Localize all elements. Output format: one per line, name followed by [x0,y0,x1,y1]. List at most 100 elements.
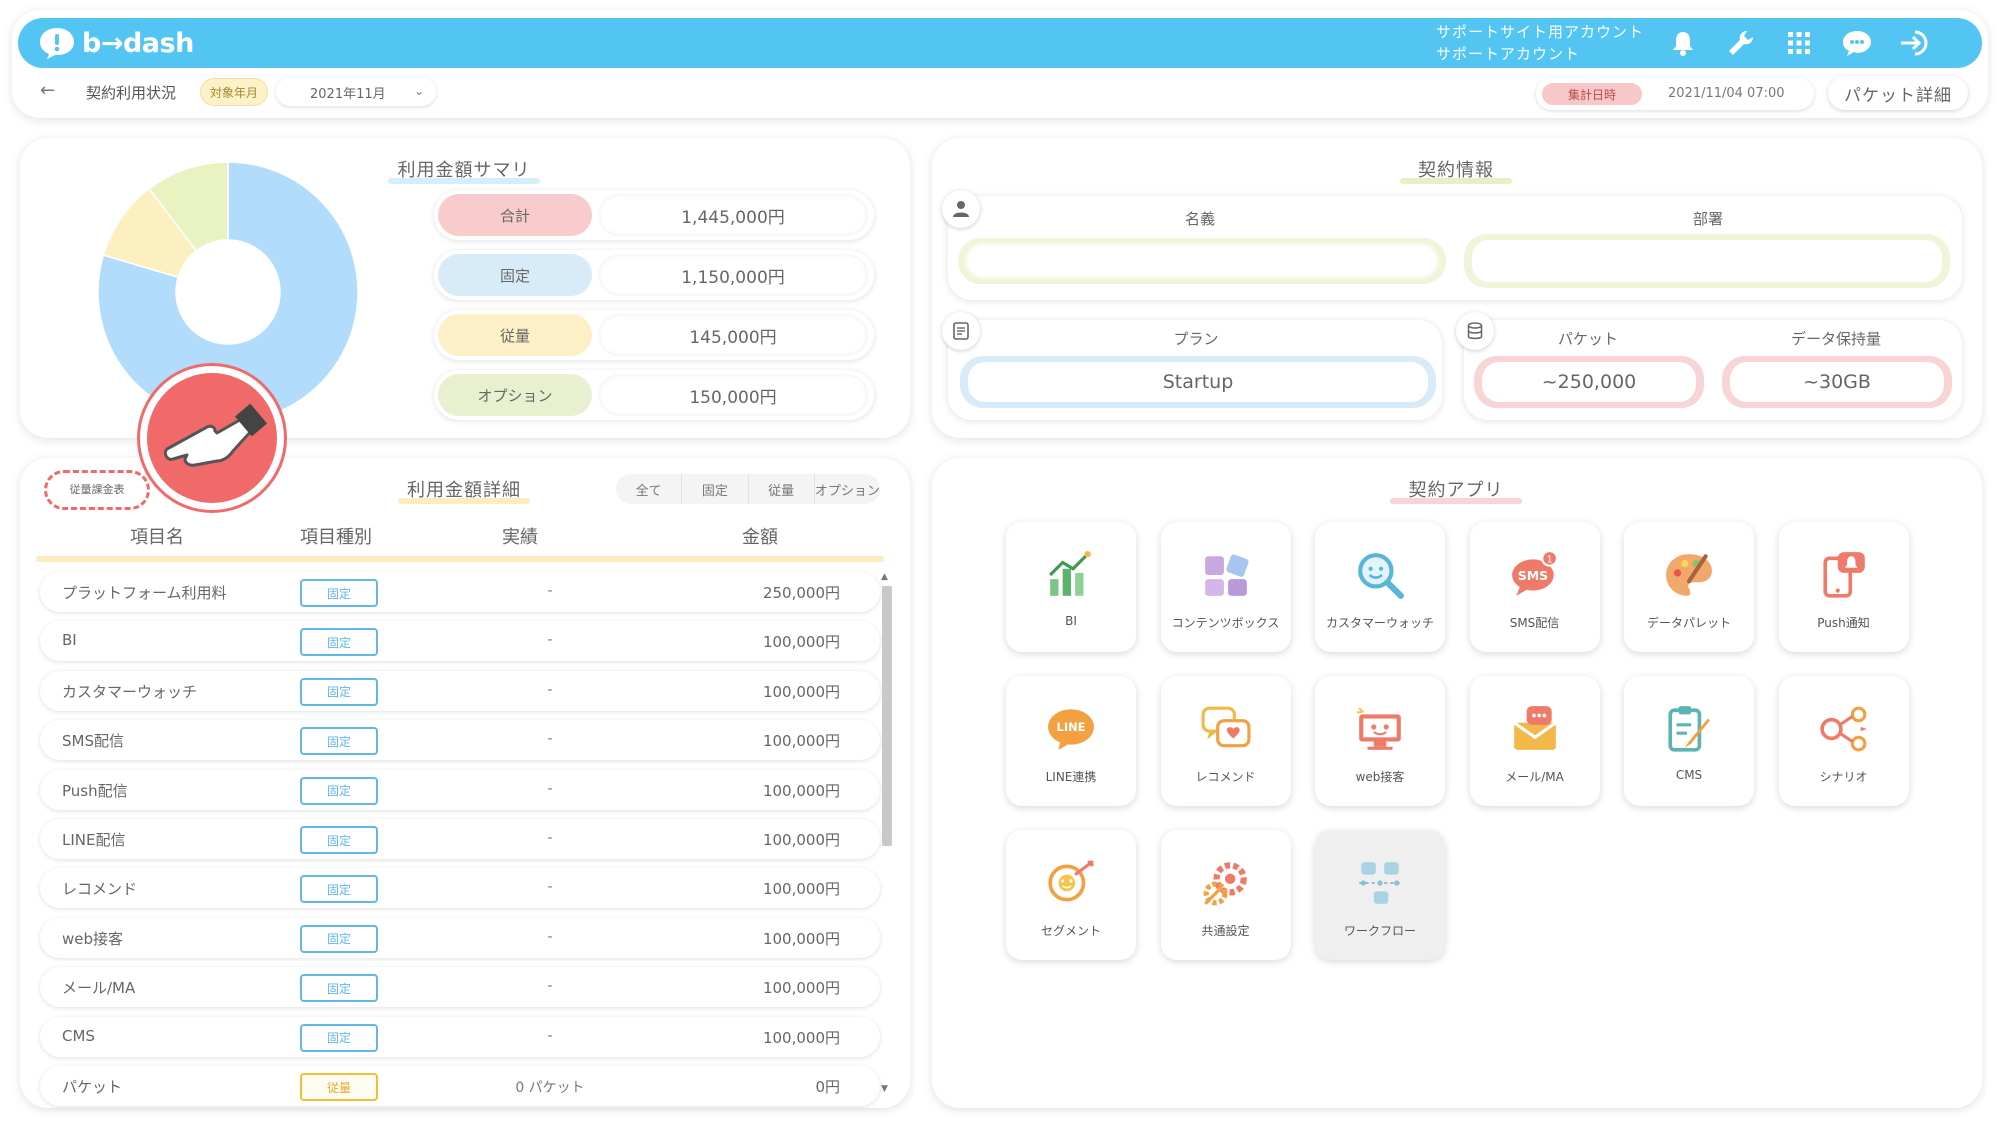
dept-label: 部署 [1692,210,1723,228]
account-info[interactable]: サポートサイト用アカウント サポートアカウント [1436,21,1644,65]
app-label: CMS [1675,768,1703,782]
aggregate-datetime: 集計日時 2021/11/04 07:00 [1536,78,1814,110]
app-tile[interactable]: レコメンド [1160,676,1291,806]
filter-fixed[interactable]: 固定 [681,474,747,504]
app-tile[interactable]: セグメント [1006,830,1136,960]
filter-metered[interactable]: 従量 [747,474,814,504]
app-tile[interactable]: web接客 [1315,676,1445,806]
app-tile[interactable]: SMS 1 SMS配信 [1469,522,1600,652]
retention-value: ~30GB [1730,362,1944,402]
table-row: SMS配信 固定 - 100,000円 [40,720,880,761]
summary-row-metered: 従量 145,000円 [434,310,874,360]
app-tile[interactable]: LINE LINE連携 [1006,676,1136,806]
month-select[interactable]: 2021年11月 ⌄ [276,78,436,106]
row-name: SMS配信 [62,732,124,751]
logout-icon[interactable] [1898,28,1932,58]
row-amount: 100,000円 [762,1028,840,1047]
table-row: メール/MA 固定 - 100,000円 [40,967,880,1008]
filter-all[interactable]: 全て [616,474,681,504]
packet-value: ~250,000 [1482,362,1696,402]
push-phone-icon [1822,552,1865,598]
packet-detail-button[interactable]: パケット詳細 [1828,76,1968,110]
plan-value: Startup [968,362,1428,402]
aggregate-value: 2021/11/04 07:00 [1668,86,1785,101]
app-tile[interactable]: カスタマーウォッチ [1315,522,1445,652]
cms-clipboard-icon [1668,706,1710,752]
row-type-badge: 固定 [300,677,378,706]
magnifier-face-icon [1358,553,1404,599]
app-tile[interactable]: データパレット [1624,522,1754,652]
filter-option[interactable]: オプション [813,474,880,504]
row-type-badge: 固定 [300,628,378,657]
mail-envelope-icon [1512,706,1557,750]
back-arrow-icon[interactable]: ← [40,80,55,101]
row-amount: 100,000円 [762,831,840,849]
row-result: - [547,978,553,995]
brand-logo[interactable]: b→dash [38,23,194,63]
summary-label-total: 合計 [438,194,592,236]
row-amount: 100,000円 [762,732,840,751]
app-tile[interactable]: Push通知 [1778,522,1909,652]
month-value: 2021年11月 [310,86,386,102]
chat-icon[interactable] [1840,28,1874,58]
summary-amount-fixed: 1,150,000円 [598,254,868,296]
summary-row-option: オプション 150,000円 [434,370,874,420]
type-filter-tabs: 全て 固定 従量 オプション [616,474,880,504]
row-result: - [547,731,553,748]
app-tile[interactable]: シナリオ [1778,676,1909,806]
summary-label-fixed: 固定 [438,254,592,296]
workflow-nodes-icon [1359,862,1401,904]
row-result: 0 パケット [515,1080,585,1096]
wrench-icon[interactable] [1724,28,1758,58]
app-label: LINE連携 [1045,770,1097,784]
app-tile[interactable]: コンテンツボックス [1160,522,1291,652]
name-value [966,244,1438,278]
table-row: レコメンド 固定 - 100,000円 [40,868,880,909]
row-name: web接客 [62,929,124,948]
scrollbar-thumb[interactable] [882,586,892,846]
table-row: BI 固定 - 100,000円 [40,621,880,662]
header-divider [36,556,884,562]
row-type-badge: 固定 [300,826,378,854]
app-tile[interactable]: CMS [1624,676,1754,806]
tariff-table-link[interactable]: 従量課金表 [52,480,142,500]
app-label: レコメンド [1195,770,1256,784]
database-icon [1456,312,1494,350]
column-header-amount[interactable]: 金額 [742,523,778,549]
detail-scrollbar[interactable]: ▲ ▼ [880,572,894,1094]
row-name: プラットフォーム利用料 [62,584,227,602]
summary-amount-total: 1,445,000円 [598,194,868,236]
summary-label-option: オプション [438,374,592,416]
app-tile[interactable]: ワークフロー [1315,830,1445,960]
scroll-down-icon[interactable]: ▼ [881,1084,888,1094]
row-result: - [547,928,553,945]
pointer-hand-icon [140,366,284,510]
app-tile[interactable]: 共通設定 [1160,830,1291,960]
line-bubble-icon: LINE [1048,709,1094,750]
column-header-result[interactable]: 実績 [502,523,538,549]
row-name: パケット [62,1078,123,1096]
scroll-up-icon[interactable]: ▲ [881,572,888,582]
row-name: レコメンド [62,880,138,899]
period-tag: 対象年月 [200,78,268,106]
app-tile[interactable]: メール/MA [1469,676,1600,806]
document-icon [942,312,980,350]
table-row: プラットフォーム利用料 固定 - 250,000円 [40,572,880,612]
bell-icon[interactable] [1666,28,1700,58]
grid-icon[interactable] [1782,28,1816,58]
settings-gears-icon [1203,862,1247,906]
column-header-type[interactable]: 項目種別 [300,523,372,549]
row-type-badge: 固定 [300,727,378,756]
summary-amount-metered: 145,000円 [598,314,868,356]
row-name: CMS [62,1026,95,1045]
row-result: - [547,780,553,797]
segment-target-icon [1048,860,1094,902]
row-type-badge: 固定 [300,924,378,953]
scenario-nodes-icon [1819,706,1867,752]
app-label: データパレット [1646,616,1731,630]
svg-text:LINE: LINE [1057,720,1086,734]
column-header-name[interactable]: 項目名 [130,523,184,549]
name-field [958,238,1446,284]
app-tile[interactable]: BI [1006,522,1136,652]
packet-label: パケット [1557,330,1618,348]
